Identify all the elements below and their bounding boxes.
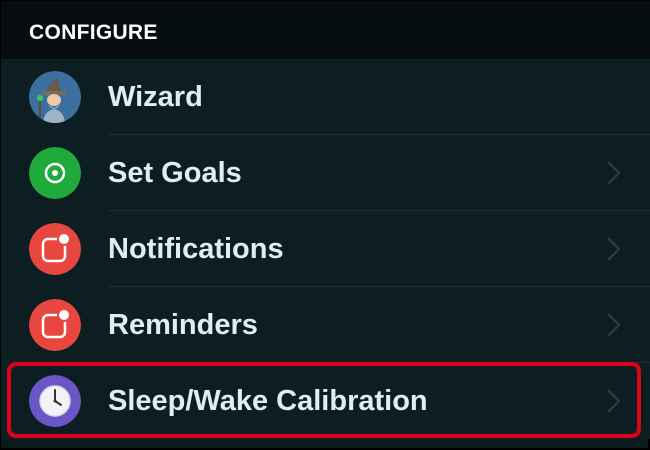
settings-list: Wizard Set Goals Notifications Reminders… bbox=[1, 59, 650, 439]
list-item-label: Wizard bbox=[108, 81, 203, 113]
chevron-right-icon bbox=[607, 389, 621, 413]
list-item-wizard[interactable]: Wizard bbox=[1, 59, 650, 135]
list-item-sleep-wake-calibration[interactable]: Sleep/Wake Calibration bbox=[1, 363, 650, 439]
notification-badge-icon bbox=[29, 223, 81, 275]
section-header: CONFIGURE bbox=[1, 1, 650, 59]
list-item-notifications[interactable]: Notifications bbox=[1, 211, 650, 287]
list-item-label: Reminders bbox=[108, 309, 258, 341]
chevron-right-icon bbox=[607, 313, 621, 337]
chevron-right-icon bbox=[607, 237, 621, 261]
target-icon bbox=[29, 147, 81, 199]
screen-frame: CONFIGURE Wizard Set Goals Notifications… bbox=[0, 0, 650, 450]
clock-icon bbox=[29, 375, 81, 427]
wizard-avatar-icon bbox=[29, 71, 81, 123]
list-item-reminders[interactable]: Reminders bbox=[1, 287, 650, 363]
list-item-label: Notifications bbox=[108, 233, 284, 265]
chevron-right-icon bbox=[607, 161, 621, 185]
section-title: CONFIGURE bbox=[29, 21, 158, 44]
reminder-badge-icon bbox=[29, 299, 81, 351]
list-item-set-goals[interactable]: Set Goals bbox=[1, 135, 650, 211]
list-item-label: Sleep/Wake Calibration bbox=[108, 385, 428, 417]
list-item-label: Set Goals bbox=[108, 157, 242, 189]
